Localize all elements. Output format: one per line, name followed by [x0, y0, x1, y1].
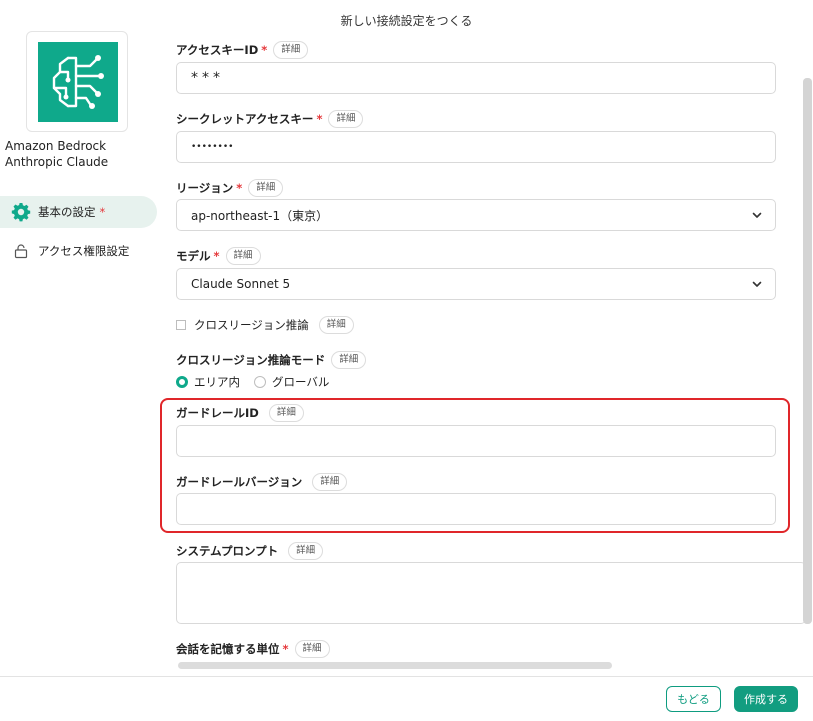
- sidebar-item-access-permissions[interactable]: アクセス権限設定: [0, 235, 157, 267]
- sidebar-item-label: 基本の設定: [38, 205, 96, 219]
- field-label: ガードレールバージョン: [176, 475, 303, 489]
- field-label: リージョン: [176, 181, 234, 195]
- field-label: アクセスキーID: [176, 43, 259, 57]
- select-value: ap-northeast-1（東京）: [191, 208, 329, 223]
- model-select[interactable]: Claude Sonnet 5: [176, 268, 776, 300]
- vertical-scrollbar[interactable]: [803, 78, 812, 624]
- provider-name: Amazon Bedrock Anthropic Claude: [5, 138, 155, 170]
- create-button[interactable]: 作成する: [734, 686, 798, 712]
- system-prompt-label: システムプロンプト 詳細: [176, 542, 324, 560]
- secret-access-key-input[interactable]: ••••••••: [176, 131, 776, 163]
- required-mark: *: [261, 43, 268, 57]
- provider-logo-card: [26, 31, 128, 132]
- detail-chip[interactable]: 詳細: [225, 247, 261, 265]
- provider-name-line1: Amazon Bedrock: [5, 139, 107, 153]
- detail-chip[interactable]: 詳細: [288, 542, 324, 560]
- chevron-down-icon: [751, 209, 763, 221]
- cross-region-mode-label: クロスリージョン推論モード 詳細: [176, 351, 367, 369]
- input-value: ***: [191, 70, 224, 86]
- system-prompt-textarea[interactable]: [176, 562, 806, 624]
- access-key-id-label: アクセスキーID * 詳細: [176, 41, 309, 59]
- guardrail-version-input[interactable]: [176, 493, 776, 525]
- sidebar-item-label: アクセス権限設定: [38, 244, 130, 258]
- required-mark: *: [236, 181, 243, 195]
- access-key-id-input[interactable]: ***: [176, 62, 776, 94]
- cross-region-mode-radios: エリア内 グローバル: [176, 374, 343, 390]
- detail-chip[interactable]: 詳細: [331, 351, 367, 369]
- secret-access-key-label: シークレットアクセスキー * 詳細: [176, 110, 364, 128]
- footer-divider: [0, 676, 813, 677]
- provider-name-line2: Anthropic Claude: [5, 155, 109, 169]
- detail-chip[interactable]: 詳細: [312, 473, 348, 491]
- detail-chip[interactable]: 詳細: [273, 41, 309, 59]
- guardrail-version-label: ガードレールバージョン 詳細: [176, 473, 348, 491]
- detail-chip[interactable]: 詳細: [318, 316, 354, 334]
- gear-icon: [11, 202, 31, 222]
- guardrail-id-input[interactable]: [176, 425, 776, 457]
- region-select[interactable]: ap-northeast-1（東京）: [176, 199, 776, 231]
- required-mark: *: [282, 642, 289, 656]
- checkbox-label[interactable]: クロスリージョン推論: [194, 317, 309, 333]
- back-button[interactable]: もどる: [666, 686, 721, 712]
- cross-region-row: クロスリージョン推論 詳細: [176, 316, 354, 334]
- cross-region-checkbox[interactable]: [176, 320, 186, 330]
- detail-chip[interactable]: 詳細: [268, 404, 304, 422]
- dialog-title: 新しい接続設定をつくる: [340, 14, 473, 28]
- field-label: ガードレールID: [176, 406, 259, 420]
- field-label: モデル: [176, 249, 211, 263]
- input-value: ••••••••: [191, 142, 234, 152]
- field-label: シークレットアクセスキー: [176, 112, 314, 126]
- guardrail-id-label: ガードレールID 詳細: [176, 404, 304, 422]
- radio-area[interactable]: [176, 376, 188, 388]
- model-label: モデル * 詳細: [176, 247, 261, 265]
- field-label: クロスリージョン推論モード: [176, 353, 326, 367]
- required-mark: *: [316, 112, 323, 126]
- radio-label[interactable]: グローバル: [272, 374, 329, 390]
- required-mark: *: [213, 249, 220, 263]
- scrollbar-thumb[interactable]: [803, 78, 812, 624]
- sidebar-item-basic-settings[interactable]: 基本の設定 *: [0, 196, 157, 228]
- chevron-down-icon: [751, 278, 763, 290]
- radio-label[interactable]: エリア内: [194, 374, 240, 390]
- horizontal-scrollbar[interactable]: [178, 662, 612, 669]
- detail-chip[interactable]: 詳細: [328, 110, 364, 128]
- field-label: システムプロンプト: [176, 544, 279, 558]
- detail-chip[interactable]: 詳細: [248, 179, 284, 197]
- field-label: 会話を記憶する単位: [176, 642, 280, 656]
- region-label: リージョン * 詳細: [176, 179, 284, 197]
- required-mark: *: [99, 205, 106, 219]
- lock-icon: [11, 241, 31, 261]
- detail-chip[interactable]: 詳細: [294, 640, 330, 658]
- memory-unit-label: 会話を記憶する単位 * 詳細: [176, 640, 330, 658]
- radio-global[interactable]: [254, 376, 266, 388]
- bedrock-logo-icon: [38, 42, 118, 122]
- select-value: Claude Sonnet 5: [191, 277, 291, 291]
